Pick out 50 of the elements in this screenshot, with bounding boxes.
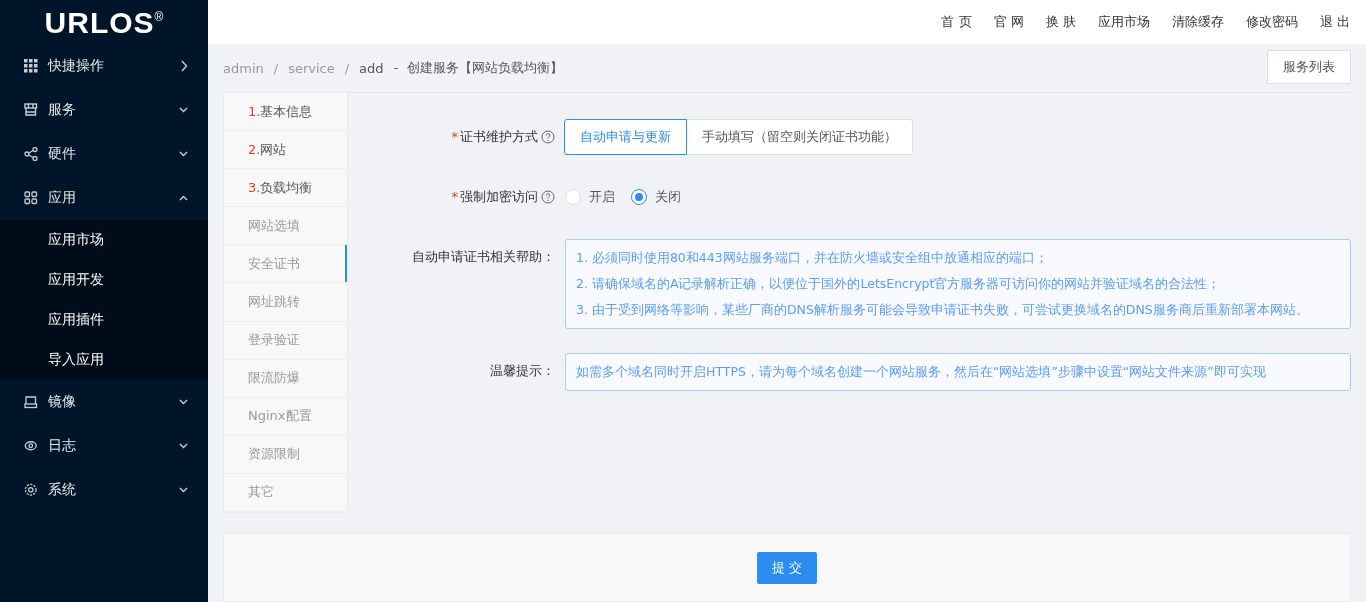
settings-icon [24, 483, 38, 497]
submenu-item[interactable]: 应用市场 [0, 220, 208, 260]
field-label: 温馨提示： [490, 362, 555, 380]
logo: URLOS [44, 6, 155, 40]
submenu-item[interactable]: 应用插件 [0, 300, 208, 340]
breadcrumb-separator: / [344, 60, 350, 76]
eye-icon [24, 439, 38, 453]
nav-link[interactable]: 退 出 [1319, 13, 1350, 31]
submenu-item[interactable]: 导入应用 [0, 340, 208, 380]
grid-icon [24, 59, 38, 73]
nav-link[interactable]: 首 页 [941, 13, 972, 31]
sidebar-item[interactable]: 系统 [0, 468, 208, 512]
help-text: 2. 请确保域名的A记录解析正确，以便位于国外的LetsEncrypt官方服务器可访问你的网站并验证域名的合法性； [576, 275, 1222, 293]
sidebar-item[interactable]: 应用 [0, 176, 208, 220]
radio-label[interactable]: 关闭 [655, 188, 681, 206]
step-item[interactable]: 1.基本信息 [224, 93, 347, 132]
segment-option[interactable]: 手动填写（留空则关闭证书功能） [686, 119, 913, 155]
nav-link[interactable]: 换 肤 [1045, 13, 1076, 31]
sidebar-item[interactable]: 快捷操作 [0, 44, 208, 88]
help-text: 如需多个域名同时开启HTTPS，请为每个域名创建一个网站服务，然后在“网站选填”步骤中设置“网站文件来源”即可实现 [576, 363, 1267, 381]
nav-link[interactable]: 官 网 [993, 13, 1024, 31]
submenu-item[interactable]: 应用开发 [0, 260, 208, 300]
registered-mark: ® [154, 10, 164, 24]
help-text: 1. 必须同时使用80和443网站服务端口，并在防火墙或安全组中放通相应的端口； [576, 249, 1049, 267]
step-item[interactable]: 2.网站 [224, 131, 347, 170]
apps-icon [24, 191, 38, 205]
nav-link[interactable]: 修改密码 [1245, 13, 1298, 31]
step-item[interactable]: 3.负载均衡 [224, 169, 347, 208]
help-icon [541, 190, 555, 204]
nav-link[interactable]: 清除缓存 [1171, 13, 1224, 31]
breadcrumb-separator: / [273, 60, 279, 76]
service-list-button[interactable]: 服务列表 [1267, 50, 1351, 84]
sidebar-item[interactable]: 硬件 [0, 132, 208, 176]
help-icon [541, 130, 555, 144]
drive-icon [24, 395, 38, 409]
field-label: *证书维护方式 [451, 128, 538, 146]
help-text: 3. 由于受到网络等影响，某些厂商的DNS解析服务可能会导致申请证书失败，可尝试更换域名的DNS服务商后重新部署本网站。 [576, 301, 1310, 319]
radio-label[interactable]: 开启 [589, 188, 615, 206]
sidebar-item[interactable]: 镜像 [0, 380, 208, 424]
share-icon [24, 147, 38, 161]
storefront-icon [24, 103, 38, 117]
page-title: - 创建服务【网站负载均衡】 [393, 59, 563, 77]
chevron-right-icon [180, 60, 188, 72]
nav-link[interactable]: 应用市场 [1097, 13, 1150, 31]
segment-option[interactable]: 自动申请与更新 [564, 119, 687, 155]
sidebar-item[interactable]: 日志 [0, 424, 208, 468]
field-label: 自动申请证书相关帮助： [412, 248, 555, 266]
sidebar-item[interactable]: 服务 [0, 88, 208, 132]
field-label: *强制加密访问 [451, 188, 538, 206]
radio-button[interactable] [631, 189, 647, 205]
